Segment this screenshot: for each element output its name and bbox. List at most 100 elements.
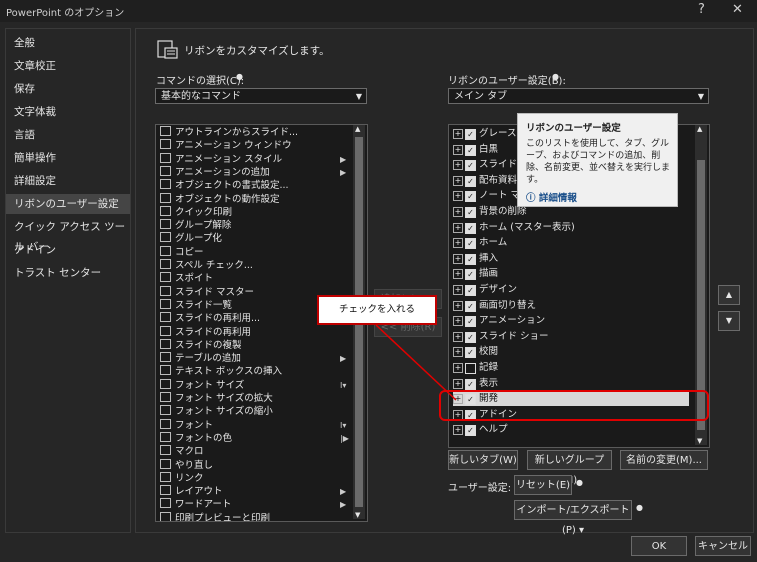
command-item[interactable]: スペル チェック... — [156, 259, 352, 272]
expand-icon[interactable]: + — [453, 191, 463, 202]
command-item[interactable]: レイアウト ▶ — [156, 485, 352, 498]
command-item[interactable]: グループ解除 — [156, 219, 352, 232]
nav-item[interactable]: クイック アクセス ツール バー — [6, 217, 130, 253]
tab-checkbox[interactable]: ✓ — [465, 316, 476, 328]
expand-icon[interactable]: + — [453, 269, 463, 280]
expand-icon[interactable]: + — [453, 144, 463, 155]
nav-item[interactable]: 全般 — [6, 33, 130, 53]
nav-item[interactable]: 言語 — [6, 125, 130, 145]
command-item[interactable]: オブジェクトの動作設定 — [156, 192, 352, 206]
command-item[interactable]: フォント I▾ — [156, 418, 352, 432]
expand-icon[interactable]: + — [453, 175, 463, 186]
expand-icon[interactable]: + — [453, 378, 463, 389]
tab-checkbox[interactable]: ✓ — [465, 191, 476, 203]
expand-icon[interactable]: + — [453, 347, 463, 358]
expand-icon[interactable]: + — [453, 160, 463, 171]
command-item[interactable]: スライドの複製 — [156, 338, 352, 352]
nav-item[interactable]: 文章校正 — [6, 56, 130, 76]
nav-item[interactable]: リボンのユーザー設定 — [6, 194, 130, 214]
nav-item[interactable]: トラスト センター — [6, 263, 130, 283]
ribbon-tabs-combo[interactable]: メイン タブ ▼ — [448, 88, 709, 104]
tab-checkbox[interactable]: ✓ — [465, 175, 476, 187]
expand-icon[interactable]: + — [453, 222, 463, 233]
scroll-down-icon[interactable]: ▼ — [697, 437, 702, 445]
help-icon[interactable]: ? — [698, 2, 705, 17]
command-item[interactable]: アニメーションの追加 ▶ — [156, 165, 352, 179]
nav-item[interactable]: 簡単操作 — [6, 148, 130, 168]
ribbon-tab-item[interactable]: + ✓ デザイン — [453, 282, 693, 297]
scroll-down-icon[interactable]: ▼ — [355, 511, 360, 519]
ribbon-tab-item[interactable]: + ✓ 画面切り替え — [453, 298, 693, 313]
ribbon-tab-item[interactable]: + ✓ アニメーション — [453, 313, 693, 328]
ribbon-tab-item[interactable]: +✓記録 — [453, 360, 693, 375]
command-item[interactable]: テーブルの追加 ▶ — [156, 352, 352, 365]
scroll-up-icon[interactable]: ▲ — [697, 125, 702, 133]
tab-checkbox[interactable]: ✓ — [465, 129, 476, 140]
expand-icon[interactable]: + — [453, 207, 463, 217]
tab-checkbox[interactable]: ✓ — [465, 253, 476, 265]
command-item[interactable]: フォントの色 |▶ — [156, 431, 352, 445]
command-item[interactable]: アニメーション ウィンドウ — [156, 139, 352, 152]
nav-item[interactable]: 詳細設定 — [6, 171, 130, 191]
expand-icon[interactable]: + — [453, 316, 463, 327]
expand-icon[interactable]: + — [453, 363, 463, 373]
tab-checkbox[interactable]: ✓ — [465, 347, 476, 359]
command-item[interactable]: コピー — [156, 245, 352, 259]
command-item[interactable]: アウトラインからスライド... — [156, 126, 352, 139]
command-item[interactable]: リンク — [156, 471, 352, 485]
close-icon[interactable]: ✕ — [732, 2, 743, 17]
command-item[interactable]: テキスト ボックスの挿入 — [156, 365, 352, 378]
tab-checkbox[interactable]: ✓ — [465, 160, 476, 172]
scroll-up-icon[interactable]: ▲ — [355, 125, 360, 133]
expand-icon[interactable]: + — [453, 425, 463, 436]
command-item[interactable]: 印刷プレビューと印刷 — [156, 511, 352, 521]
command-item[interactable]: スポイト — [156, 272, 352, 285]
command-item[interactable]: オブジェクトの書式設定... — [156, 179, 352, 192]
tab-checkbox[interactable]: ✓ — [465, 144, 476, 156]
tab-checkbox[interactable]: ✓ — [465, 363, 476, 374]
command-item[interactable]: アニメーション スタイル ▶ — [156, 152, 352, 166]
ribbon-tab-item[interactable]: + ✓ ホーム (マスター表示) — [453, 220, 693, 235]
ribbon-tab-item[interactable]: + ✓ 挿入 — [453, 251, 693, 266]
nav-item[interactable]: 文字体裁 — [6, 102, 130, 122]
move-up-button[interactable]: ▲ — [718, 285, 740, 305]
cancel-button[interactable]: キャンセル — [695, 536, 751, 556]
command-item[interactable]: マクロ — [156, 445, 352, 458]
tab-checkbox[interactable]: ✓ — [465, 285, 476, 296]
rename-button[interactable]: 名前の変更(M)... — [620, 450, 708, 470]
tab-checkbox[interactable]: ✓ — [465, 207, 476, 218]
nav-item[interactable]: アドイン — [6, 240, 130, 260]
tab-checkbox[interactable]: ✓ — [465, 222, 476, 234]
ribbon-tab-item[interactable]: + ✓ 校閲 — [453, 344, 693, 359]
ribbon-tab-item[interactable]: + ✓ ホーム — [453, 235, 693, 250]
new-tab-button[interactable]: 新しいタブ(W) — [448, 450, 518, 470]
command-item[interactable]: フォント サイズ I▾ — [156, 378, 352, 392]
tooltip-link[interactable]: ⓘ 詳細情報 — [526, 190, 577, 204]
command-item[interactable]: スライドの再利用 — [156, 325, 352, 339]
command-item[interactable]: フォント サイズの縮小 — [156, 405, 352, 418]
ribbon-tab-item[interactable]: + ✓ ヘルプ — [453, 422, 693, 437]
reset-button[interactable]: リセット(E) ▾ — [514, 475, 572, 511]
move-down-button[interactable]: ▼ — [718, 311, 740, 331]
command-item[interactable]: クイック印刷 — [156, 205, 352, 219]
command-item[interactable]: グループ化 — [156, 232, 352, 245]
tab-checkbox[interactable]: ✓ — [465, 378, 476, 390]
new-group-button[interactable]: 新しいグループ(N) — [527, 450, 612, 486]
tab-checkbox[interactable]: ✓ — [465, 331, 476, 343]
expand-icon[interactable]: + — [453, 331, 463, 342]
expand-icon[interactable]: + — [453, 253, 463, 264]
tab-checkbox[interactable]: ✓ — [465, 269, 476, 281]
ribbon-tab-item[interactable]: + ✓ スライド ショー — [453, 329, 693, 344]
tab-checkbox[interactable]: ✓ — [465, 238, 476, 250]
import-export-button[interactable]: インポート/エクスポート(P) ▾ — [514, 500, 632, 536]
expand-icon[interactable]: + — [453, 238, 463, 249]
ribbon-tab-item[interactable]: + ✓ 描画 — [453, 266, 693, 281]
ok-button[interactable]: OK — [631, 536, 687, 556]
expand-icon[interactable]: + — [453, 285, 463, 295]
command-item[interactable]: やり直し — [156, 458, 352, 472]
expand-icon[interactable]: + — [453, 300, 463, 311]
ribbon-tab-item[interactable]: + ✓ 表示 — [453, 376, 693, 391]
command-item[interactable]: フォント サイズの拡大 — [156, 392, 352, 405]
tab-checkbox[interactable]: ✓ — [465, 425, 476, 437]
command-item[interactable]: ワードアート ▶ — [156, 498, 352, 511]
